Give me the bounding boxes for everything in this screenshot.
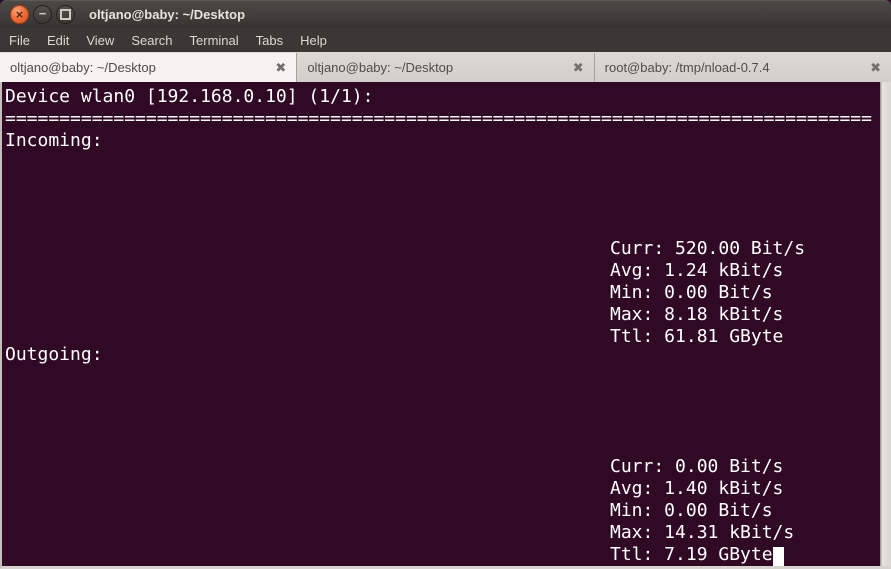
menu-item-edit[interactable]: Edit — [47, 33, 78, 48]
menubar: File Edit View Search Terminal Tabs Help — [0, 28, 891, 52]
outgoing-min: Min: 0.00 Bit/s — [610, 500, 773, 521]
minimize-icon: − — [38, 6, 47, 21]
incoming-stats: Curr: 520.00 Bit/s Avg: 1.24 kBit/s Min:… — [610, 238, 805, 348]
device-line: Device wlan0 [192.168.0.10] (1/1): — [5, 86, 374, 107]
terminal-screen[interactable]: Device wlan0 [192.168.0.10] (1/1): =====… — [0, 82, 891, 569]
outgoing-label: Outgoing: — [5, 344, 103, 365]
menu-item-tabs[interactable]: Tabs — [256, 33, 292, 48]
maximize-icon — [60, 9, 71, 20]
terminal-cursor — [772, 547, 784, 566]
tab-label: oltjano@baby: ~/Desktop — [307, 60, 454, 75]
tab-close-icon[interactable]: ✖ — [870, 60, 881, 76]
menu-item-search[interactable]: Search — [131, 33, 181, 48]
maximize-window-button[interactable] — [56, 5, 75, 24]
incoming-label: Incoming: — [5, 130, 103, 151]
outgoing-ttl: Ttl: 7.19 GByte — [610, 544, 773, 565]
terminal-window: × − oltjano@baby: ~/Desktop File Edit Vi… — [0, 0, 891, 569]
titlebar[interactable]: × − oltjano@baby: ~/Desktop — [0, 0, 891, 28]
incoming-max: Max: 8.18 kBit/s — [610, 304, 784, 325]
outgoing-avg: Avg: 1.40 kBit/s — [610, 478, 784, 499]
tab-bar: oltjano@baby: ~/Desktop ✖ oltjano@baby: … — [0, 52, 891, 82]
menu-item-view[interactable]: View — [86, 33, 123, 48]
incoming-curr: Curr: 520.00 Bit/s — [610, 238, 806, 259]
menu-item-file[interactable]: File — [9, 33, 39, 48]
incoming-avg: Avg: 1.24 kBit/s — [610, 260, 784, 281]
terminal-scrollbar[interactable] — [880, 82, 891, 566]
tab-label: oltjano@baby: ~/Desktop — [10, 60, 156, 75]
tab-close-icon[interactable]: ✖ — [275, 60, 286, 76]
close-icon: × — [15, 7, 24, 22]
tab-oltjano-desktop-1[interactable]: oltjano@baby: ~/Desktop ✖ — [0, 53, 298, 82]
separator-line: ========================================… — [5, 108, 872, 129]
outgoing-max: Max: 14.31 kBit/s — [610, 522, 795, 543]
minimize-window-button[interactable]: − — [33, 5, 52, 24]
menu-item-terminal[interactable]: Terminal — [190, 33, 248, 48]
incoming-ttl: Ttl: 61.81 GByte — [610, 326, 784, 347]
menu-item-help[interactable]: Help — [300, 33, 336, 48]
window-title: oltjano@baby: ~/Desktop — [89, 7, 246, 22]
tab-oltjano-desktop-2[interactable]: oltjano@baby: ~/Desktop ✖ — [297, 53, 595, 82]
incoming-min: Min: 0.00 Bit/s — [610, 282, 773, 303]
tab-label: root@baby: /tmp/nload-0.7.4 — [604, 60, 770, 75]
close-window-button[interactable]: × — [10, 5, 29, 24]
outgoing-ttl-line: Ttl: 7.19 GByte — [610, 544, 794, 566]
tab-close-icon[interactable]: ✖ — [573, 60, 584, 76]
tab-root-nload[interactable]: root@baby: /tmp/nload-0.7.4 ✖ — [594, 53, 891, 82]
outgoing-curr: Curr: 0.00 Bit/s — [610, 456, 784, 477]
outgoing-stats: Curr: 0.00 Bit/s Avg: 1.40 kBit/s Min: 0… — [610, 456, 794, 566]
